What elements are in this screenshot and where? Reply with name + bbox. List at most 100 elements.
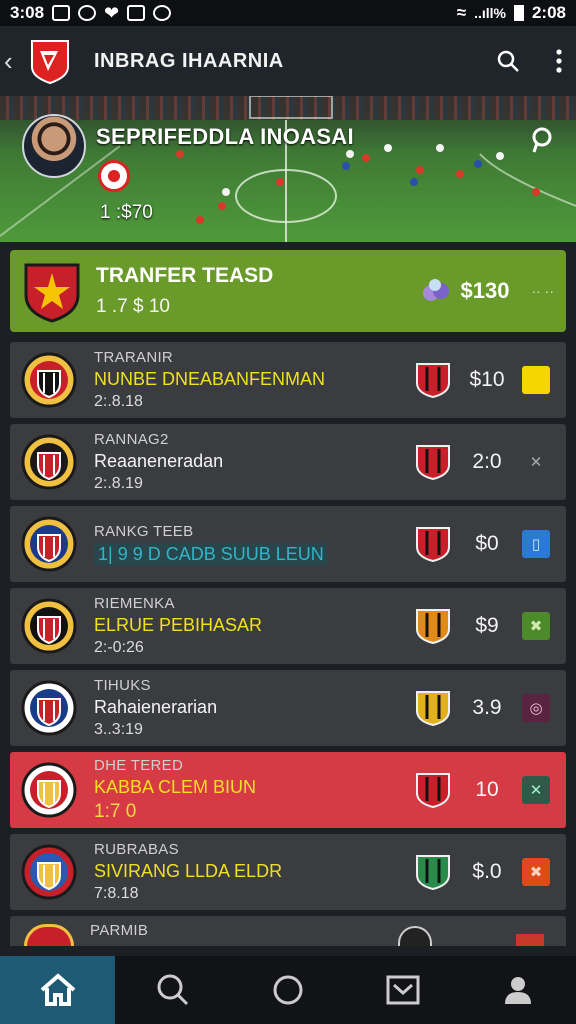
heart-icon: ❤ — [104, 2, 120, 23]
row-category: RUBRABAS — [94, 841, 179, 858]
nav-search[interactable] — [115, 956, 230, 1024]
row-time: 2:.8.18 — [94, 393, 143, 410]
signal-text: ..ıll% — [474, 5, 506, 21]
location-pin-icon[interactable] — [530, 126, 554, 156]
row-action-icon[interactable]: ◎ — [522, 694, 550, 722]
search-icon[interactable] — [496, 49, 520, 73]
inbox-icon — [386, 975, 420, 1005]
nav-home[interactable] — [0, 956, 116, 1024]
list-item[interactable]: RIEMENKA ELRUE PEBIHASAR 2:-0:26 $9 ✖ — [10, 588, 566, 664]
club-badge-icon — [416, 855, 450, 891]
row-category: RIEMENKA — [94, 595, 175, 612]
nav-profile[interactable] — [461, 956, 576, 1024]
circle-icon — [273, 975, 303, 1005]
app-bar: ‹ INBRAG IHAARNIA — [0, 26, 576, 96]
row-action-icon[interactable]: ✕ — [522, 448, 550, 476]
row-time: 2:.8.19 — [94, 475, 143, 492]
list-item-partial[interactable]: PARMIB — [10, 916, 566, 946]
row-title: Reaaneneradan — [94, 451, 224, 471]
row-category: TRARANIR — [94, 349, 174, 366]
club-badge-icon — [416, 527, 450, 563]
row-action-icon[interactable]: ■ — [522, 366, 550, 394]
row-action-icon[interactable]: ✕ — [522, 776, 550, 804]
row-action-icon[interactable]: ▯ — [522, 530, 550, 558]
hero-banner[interactable]: SEPRIFEDDLA INOASAI 1 :$70 — [0, 96, 576, 242]
club-badge-icon — [416, 445, 450, 481]
row-action-icon[interactable]: ✖ — [522, 612, 550, 640]
image-icon — [127, 5, 146, 21]
club-crest-icon — [24, 924, 74, 946]
status-time-left: 3:08 — [10, 3, 45, 22]
list-item[interactable]: TRARANIR NUNBE DNEABANFENMAN 2:.8.18 $10… — [10, 342, 566, 418]
row-value: $0 — [475, 532, 499, 555]
row-value: 2:0 — [472, 450, 502, 473]
bottom-nav — [0, 956, 576, 1024]
app-logo-icon — [31, 40, 69, 85]
club-crest-icon — [24, 263, 80, 323]
row-category: RANKG TEEB — [94, 522, 194, 540]
featured-title: TRANFER TEASD — [96, 264, 274, 287]
row-title: NUNBE DNEABANFENMAN — [94, 369, 326, 389]
home-icon — [40, 973, 75, 1006]
row-title: ELRUE PEBIHASAR — [94, 615, 263, 635]
list-item[interactable]: DHE TERED KABBA CLEM BIUN 1:7 0 10 ✕ — [10, 752, 566, 828]
row-value: $.0 — [472, 860, 502, 883]
row-title: Rahaienerarian — [94, 697, 218, 717]
club-crest-icon — [21, 680, 77, 736]
row-title: KABBA CLEM BIUN — [94, 777, 257, 797]
row-time: 2:-0:26 — [94, 639, 144, 656]
club-badge-icon — [416, 363, 450, 399]
list-item[interactable]: RANNAG2 Reaaneneradan 2:.8.19 2:0 ✕ — [10, 424, 566, 500]
club-crest-icon — [21, 434, 77, 490]
club-badge-icon — [416, 691, 450, 727]
nav-inbox[interactable] — [346, 956, 461, 1024]
status-time-right: 2:08 — [531, 3, 566, 22]
status-bar: 3:08 ❤ ≈ ..ıll% 2:08 — [0, 0, 576, 26]
row-category: PARMIB — [90, 922, 149, 939]
page-title: INBRAG IHAARNIA — [94, 49, 284, 72]
more-vert-icon[interactable] — [554, 48, 564, 74]
row-category: TIHUKS — [94, 677, 151, 694]
list-item[interactable]: RANKG TEEB 1| 9 9 D CADB SUUB LEUN $0 ▯ — [10, 506, 566, 582]
row-time: 3..3:19 — [94, 721, 143, 738]
featured-transfer-card[interactable]: TRANFER TEASD 1 .7 $ 10 $130 ·· ·· — [10, 250, 566, 332]
club-crest-icon — [21, 598, 77, 654]
search-icon — [157, 974, 188, 1006]
row-title: SIVIRANG LLDA ELDR — [94, 861, 283, 881]
row-time: 7:8.18 — [94, 885, 139, 902]
wifi-icon: ≈ — [456, 3, 467, 22]
featured-dots: ·· ·· — [531, 283, 554, 299]
featured-subtitle: 1 .7 $ 10 — [96, 296, 170, 317]
row-action-icon[interactable] — [516, 934, 544, 946]
instagram-icon — [153, 5, 172, 21]
club-crest-icon — [21, 762, 77, 818]
hero-score: 1 :$70 — [100, 202, 153, 223]
list-item[interactable]: RUBRABAS SIVIRANG LLDA ELDR 7:8.18 $.0 ✖ — [10, 834, 566, 910]
list-item[interactable]: TIHUKS Rahaienerarian 3..3:19 3.9 ◎ — [10, 670, 566, 746]
featured-price: $130 — [460, 278, 510, 303]
club-crest-icon — [21, 844, 77, 900]
battery-icon — [513, 5, 524, 21]
live-record-icon[interactable] — [98, 160, 130, 192]
photo-icon — [52, 5, 71, 21]
row-value: 10 — [475, 778, 499, 801]
row-category: DHE TERED — [94, 757, 184, 774]
row-action-icon[interactable]: ✖ — [522, 858, 550, 886]
pitch-graphic — [0, 96, 576, 242]
coins-icon — [422, 279, 449, 301]
row-value: $9 — [475, 614, 499, 637]
club-badge-icon — [416, 609, 450, 645]
row-title: 1| 9 9 D CADB SUUB LEUN — [94, 542, 328, 566]
row-value: $10 — [469, 368, 505, 391]
back-icon[interactable]: ‹ — [4, 46, 26, 77]
transfer-list: TRANFER TEASD 1 .7 $ 10 $130 ·· ·· TRARA… — [0, 250, 576, 946]
club-badge-icon — [416, 773, 450, 809]
row-value: 3.9 — [472, 696, 502, 719]
club-crest-icon — [21, 516, 77, 572]
player-avatar[interactable] — [22, 114, 86, 178]
pinterest-icon — [78, 5, 97, 21]
row-category: RANNAG2 — [94, 431, 169, 448]
club-crest-icon — [21, 352, 77, 408]
profile-icon — [505, 977, 532, 1004]
nav-center[interactable] — [230, 956, 345, 1024]
